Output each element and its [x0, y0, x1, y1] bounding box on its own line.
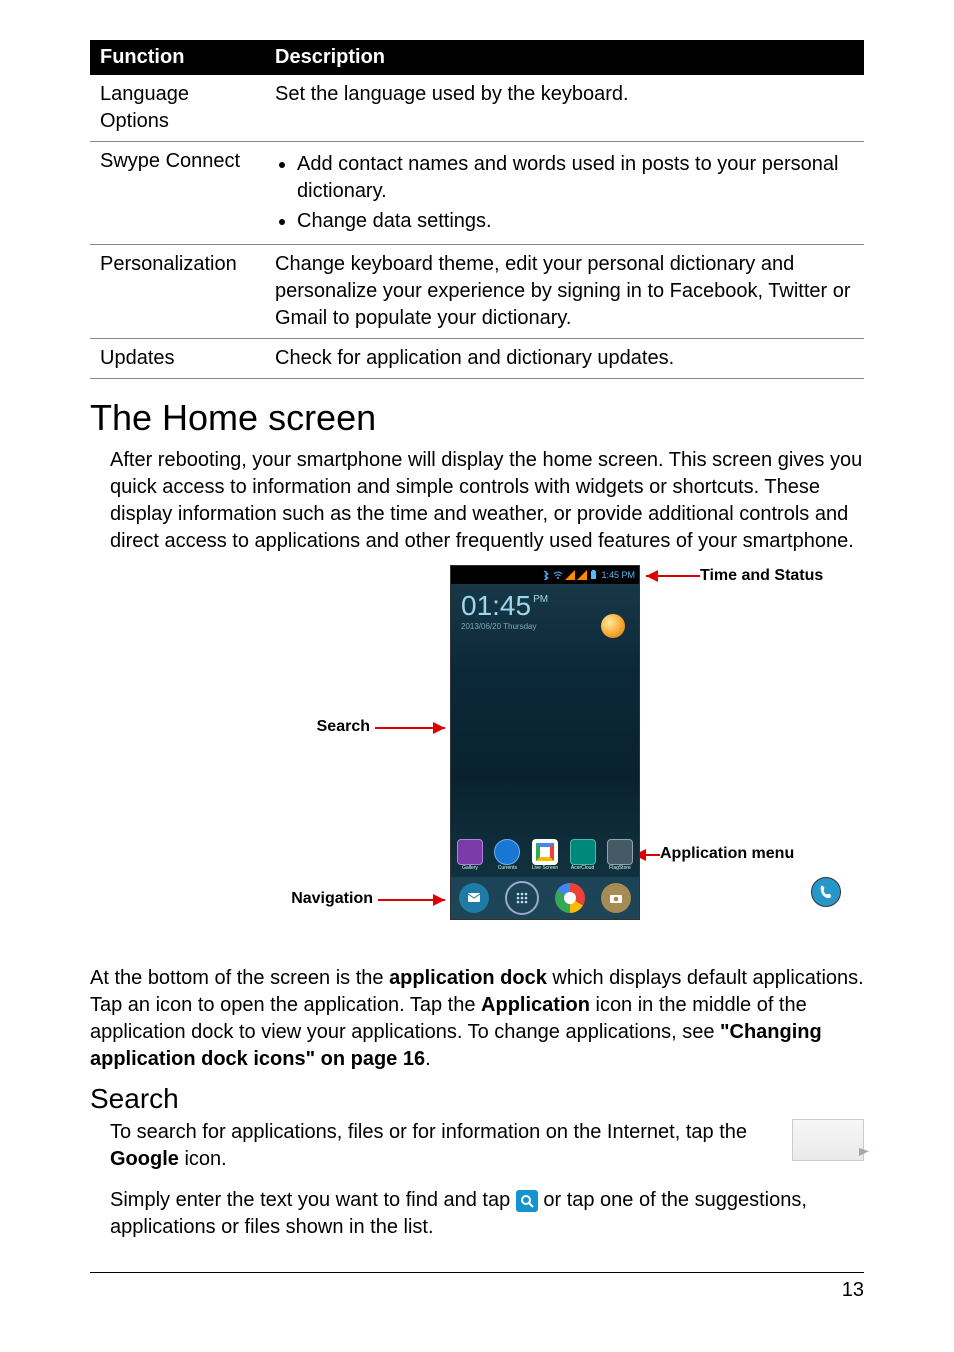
app-label: Currents: [494, 865, 520, 871]
clock-time: 01:45: [461, 590, 531, 622]
table-row: Updates Check for application and dictio…: [90, 339, 864, 379]
application-menu-icon: [505, 881, 539, 915]
callout-time-status: Time and Status: [700, 567, 823, 585]
text: At the bottom of the screen is the: [90, 967, 389, 989]
callout-navigation: Navigation: [273, 890, 373, 908]
gallery-icon: [457, 839, 483, 865]
text-bold: Google: [110, 1148, 179, 1170]
table-header-description: Description: [265, 40, 864, 75]
page-number: 13: [842, 1279, 864, 1301]
text-bold: application dock: [389, 967, 547, 989]
signal-icon: [577, 570, 587, 580]
table-header-function: Function: [90, 40, 265, 75]
status-bar-time: 1:45 PM: [601, 570, 635, 580]
phone-screenshot: 1:45 PM 01:45 PM 2013/06/20 Thursday Gal…: [450, 565, 640, 920]
battery-icon: [589, 570, 599, 580]
table-row: Language Options Set the language used b…: [90, 75, 864, 142]
weather-sun-icon: [601, 614, 625, 638]
arrow-search: [375, 721, 450, 735]
paragraph-home-intro: After rebooting, your smartphone will di…: [110, 447, 864, 555]
wifi-icon: [553, 570, 563, 580]
desc-swype-connect: Add contact names and words used in post…: [265, 142, 864, 245]
arrow-navigation: [378, 893, 450, 907]
acercloud-icon: [570, 839, 596, 865]
page-footer: 13: [90, 1272, 864, 1302]
search-icon: [516, 1190, 538, 1212]
function-table: Function Description Language Options Se…: [90, 40, 864, 379]
bluetooth-icon: [541, 570, 551, 580]
swype-bullet-1: Add contact names and words used in post…: [297, 151, 854, 205]
currents-icon: [494, 839, 520, 865]
application-dock: [451, 877, 639, 919]
text: icon.: [179, 1148, 227, 1170]
app-shortcut-row: Gallery Currents Live Screen AcerCloud F…: [457, 839, 633, 871]
paragraph-search-google: To search for applications, files or for…: [110, 1119, 864, 1173]
fn-swype-connect: Swype Connect: [90, 142, 265, 245]
desc-language-options: Set the language used by the keyboard.: [265, 75, 864, 142]
heading-home-screen: The Home screen: [90, 397, 864, 439]
google-search-thumbnail: [792, 1119, 864, 1161]
fn-updates: Updates: [90, 339, 265, 379]
camera-icon: [601, 883, 631, 913]
table-row: Swype Connect Add contact names and word…: [90, 142, 864, 245]
fn-language-options: Language Options: [90, 75, 265, 142]
text: .: [425, 1048, 431, 1070]
app-label: FlagStore: [607, 865, 633, 871]
flagstore-icon: [607, 839, 633, 865]
browser-icon: [555, 883, 585, 913]
desc-personalization: Change keyboard theme, edit your persona…: [265, 245, 864, 339]
callout-application-menu: Application menu: [660, 845, 794, 863]
home-screen-diagram: Time and Status Search Navigation Applic…: [90, 565, 864, 945]
fn-personalization: Personalization: [90, 245, 265, 339]
text: To search for applications, files or for…: [110, 1121, 747, 1143]
swype-bullet-2: Change data settings.: [297, 208, 854, 235]
app-label: Live Screen: [532, 865, 558, 871]
text: Simply enter the text you want to find a…: [110, 1189, 516, 1211]
arrow-time-status: [642, 569, 700, 583]
callout-search: Search: [310, 718, 370, 736]
app-label: Gallery: [457, 865, 483, 871]
desc-updates: Check for application and dictionary upd…: [265, 339, 864, 379]
clock-ampm: PM: [533, 594, 548, 605]
paragraph-application-dock: At the bottom of the screen is the appli…: [90, 965, 864, 1073]
table-row: Personalization Change keyboard theme, e…: [90, 245, 864, 339]
status-bar: 1:45 PM: [451, 566, 639, 584]
heading-search: Search: [90, 1083, 864, 1115]
paragraph-search-instructions: Simply enter the text you want to find a…: [110, 1187, 864, 1241]
live-screen-icon: [532, 839, 558, 865]
dialer-icon: [811, 877, 841, 907]
app-label: AcerCloud: [570, 865, 596, 871]
text-bold: Application: [481, 994, 590, 1016]
messaging-icon: [459, 883, 489, 913]
signal-icon: [565, 570, 575, 580]
